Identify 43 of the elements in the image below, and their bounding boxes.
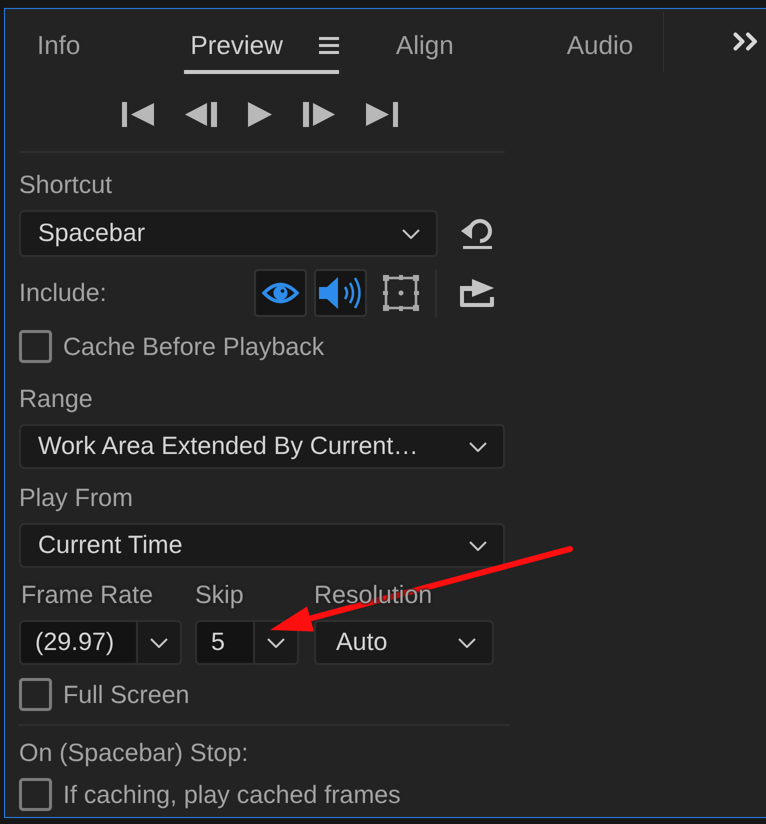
chevron-down-icon (402, 228, 420, 238)
field-label: Play From (19, 483, 134, 513)
field-label: Shortcut (19, 170, 114, 200)
frame-icon (382, 275, 418, 311)
dropdown[interactable]: Auto (314, 620, 494, 665)
section-label: On (Spacebar) Stop: (19, 738, 250, 768)
combo-field[interactable]: 5 (195, 620, 299, 665)
tab[interactable]: Align (390, 9, 460, 74)
combo-field[interactable]: (29.97) (19, 620, 182, 665)
checkbox-label: If caching, play cached frames (63, 780, 401, 810)
menu-icon[interactable] (318, 36, 339, 54)
checkbox[interactable] (19, 678, 52, 711)
chevron-down-icon (469, 540, 487, 550)
chevron-down-icon (458, 638, 476, 648)
tray-arrow-icon[interactable] (459, 278, 495, 308)
chevron-down-icon (469, 442, 487, 452)
double-chevron-icon[interactable] (733, 32, 758, 51)
checkbox-label: Full Screen (63, 680, 190, 710)
include-label: Include: (19, 278, 108, 308)
eye-icon (262, 281, 299, 305)
shortcut-dropdown[interactable]: Spacebar (19, 210, 438, 257)
step-forward-icon[interactable] (303, 102, 335, 127)
tab[interactable]: Audio (560, 9, 640, 74)
field-label: Frame Rate (20, 580, 153, 610)
checkbox-label: Cache Before Playback (63, 332, 324, 362)
speaker-icon (318, 276, 364, 310)
audio-toggle[interactable] (314, 269, 367, 317)
chevron-down-icon (267, 638, 285, 648)
field-label: Range (19, 384, 94, 414)
circular-arrow-icon[interactable] (460, 218, 493, 250)
play-icon[interactable] (248, 102, 272, 127)
field-label: Skip (195, 580, 244, 610)
tab[interactable]: Info (31, 9, 86, 74)
video-toggle[interactable] (254, 269, 307, 317)
checkbox[interactable] (19, 330, 52, 363)
tab[interactable]: Preview (184, 9, 339, 74)
chevron-down-icon (150, 638, 168, 648)
play-from-dropdown[interactable]: Current Time (19, 523, 505, 568)
range-dropdown[interactable]: Work Area Extended By Current… (19, 424, 505, 469)
skip-start-icon[interactable] (122, 102, 154, 127)
checkbox[interactable] (19, 778, 52, 811)
skip-end-icon[interactable] (366, 102, 398, 127)
step-back-icon[interactable] (185, 102, 217, 127)
